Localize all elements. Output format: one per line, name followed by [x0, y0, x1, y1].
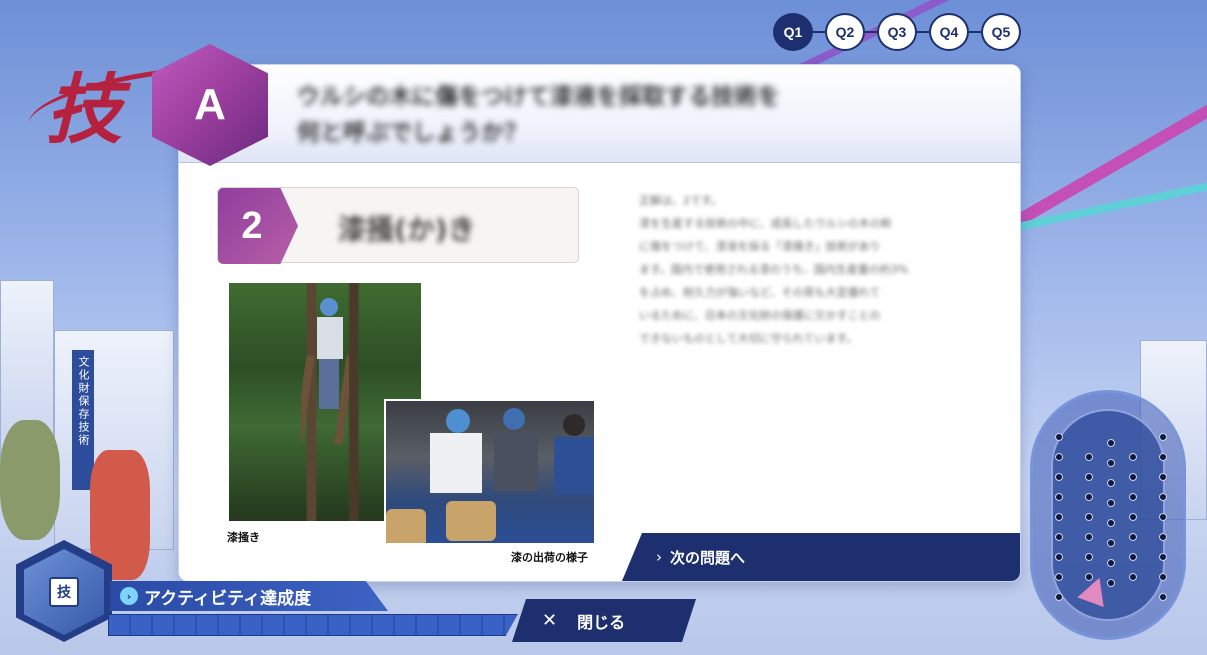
- minimap-booth-marker: [1129, 473, 1137, 481]
- minimap-booth-marker: [1055, 553, 1063, 561]
- minimap-booth-marker: [1159, 473, 1167, 481]
- chevron-right-circle-icon: ›: [120, 587, 138, 605]
- minimap-booth-marker: [1107, 459, 1115, 467]
- minimap-booth-marker: [1107, 559, 1115, 567]
- activity-label-bar: › アクティビティ達成度: [110, 581, 388, 611]
- chevron-right-icon: ›: [656, 548, 662, 566]
- logo-kanji: 技: [46, 65, 122, 154]
- photo-urushi-shipping: [384, 399, 596, 545]
- step-connector: [865, 31, 877, 33]
- minimap-booth-marker: [1055, 573, 1063, 581]
- minimap-booth-marker: [1107, 439, 1115, 447]
- minimap-booth-marker: [1085, 513, 1093, 521]
- explanation-line: 正解は、2です。: [639, 194, 722, 207]
- close-icon: ✕: [542, 610, 558, 631]
- minimap-booth-marker: [1085, 473, 1093, 481]
- question-line-1: ウルシの木に傷をつけて漆液を採取する技術を: [297, 84, 780, 110]
- explanation-line: に傷をつけて、漆液を採る「漆掻き」技術があり: [639, 240, 881, 253]
- step-q5[interactable]: Q5: [981, 13, 1021, 51]
- minimap-booth-marker: [1129, 493, 1137, 501]
- question-text: ウルシの木に傷をつけて漆液を採取する技術を 何と呼ぶでしょうか？: [297, 79, 937, 151]
- answer-number-badge: 2: [218, 188, 298, 264]
- minimap-booth-marker: [1159, 573, 1167, 581]
- minimap-booth-marker: [1129, 573, 1137, 581]
- minimap-booth-marker: [1085, 533, 1093, 541]
- minimap-booth-marker: [1055, 493, 1063, 501]
- next-question-button[interactable]: › 次の問題へ: [622, 533, 1020, 581]
- activity-progress-bar: [108, 614, 518, 636]
- answer-text: 漆掻(か)き: [338, 213, 476, 246]
- photo-caption-2: 漆の出荷の様子: [511, 551, 588, 564]
- question-header: ウルシの木に傷をつけて漆液を採取する技術を 何と呼ぶでしょうか？: [179, 65, 1020, 163]
- activity-kanji-icon: 技: [49, 577, 79, 607]
- minimap-booth-marker: [1129, 513, 1137, 521]
- minimap-booth-marker: [1055, 533, 1063, 541]
- quiz-answer-panel: ウルシの木に傷をつけて漆液を採取する技術を 何と呼ぶでしょうか？ 2 漆掻(か)…: [178, 64, 1021, 582]
- question-line-2: 何と呼ぶでしょうか？: [297, 120, 527, 146]
- minimap-booth-marker: [1159, 513, 1167, 521]
- photo-caption-1: 漆掻き: [227, 531, 260, 544]
- activity-label: アクティビティ達成度: [144, 588, 312, 609]
- explanation-line: できないものとして大切に守られています。: [639, 332, 858, 345]
- step-connector: [969, 31, 981, 33]
- minimap-booth-marker: [1055, 433, 1063, 441]
- minimap-booth-marker: [1055, 593, 1063, 601]
- person-on-ladder-figure: [301, 298, 349, 445]
- minimap-booth-marker: [1107, 539, 1115, 547]
- explanation-line: ます。国内で使用される漆のうち、国内生産量の約3%: [639, 263, 909, 276]
- minimap-booth-marker: [1129, 553, 1137, 561]
- explanation-text: 正解は、2です。 漆を生産する技術の中に、成長したウルシの木の幹 に傷をつけて、…: [639, 189, 991, 350]
- banner-sign: 文化財保存技術: [72, 350, 94, 490]
- step-q1[interactable]: Q1: [773, 13, 813, 51]
- minimap-booth-marker: [1055, 513, 1063, 521]
- minimap-booth-marker: [1107, 499, 1115, 507]
- close-label: 閉じる: [577, 612, 626, 632]
- step-q4[interactable]: Q4: [929, 13, 969, 51]
- minimap-booth-marker: [1159, 553, 1167, 561]
- minimap[interactable]: [1030, 390, 1186, 640]
- minimap-booth-marker: [1159, 533, 1167, 541]
- step-connector: [813, 31, 825, 33]
- step-connector: [917, 31, 929, 33]
- minimap-booth-marker: [1085, 553, 1093, 561]
- minimap-booth-marker: [1085, 493, 1093, 501]
- minimap-booth-marker: [1159, 453, 1167, 461]
- minimap-booth-marker: [1129, 533, 1137, 541]
- minimap-booth-marker: [1085, 453, 1093, 461]
- minimap-booth-marker: [1159, 493, 1167, 501]
- minimap-booth-marker: [1055, 453, 1063, 461]
- close-button[interactable]: ✕ 閉じる: [512, 599, 696, 642]
- answer-box: 2 漆掻(か)き: [217, 187, 579, 264]
- question-progress-steps: Q1 Q2 Q3 Q4 Q5: [773, 13, 1021, 51]
- explanation-line: いるために、日本の文化財の保護に欠かすことの: [639, 309, 881, 322]
- minimap-booth-marker: [1107, 519, 1115, 527]
- minimap-booth-marker: [1129, 453, 1137, 461]
- explanation-line: 漆を生産する技術の中に、成長したウルシの木の幹: [639, 217, 892, 230]
- minimap-booth-marker: [1159, 433, 1167, 441]
- tree-decoration: [0, 420, 60, 540]
- step-q2[interactable]: Q2: [825, 13, 865, 51]
- step-q3[interactable]: Q3: [877, 13, 917, 51]
- shipping-scene-figure: [386, 408, 594, 543]
- next-question-label: 次の問題へ: [670, 548, 746, 567]
- explanation-line: を占め、耐久力が強いなど、その質も大変優れて: [639, 286, 881, 299]
- minimap-booth-marker: [1107, 479, 1115, 487]
- minimap-booth-marker: [1159, 593, 1167, 601]
- minimap-booth-marker: [1055, 473, 1063, 481]
